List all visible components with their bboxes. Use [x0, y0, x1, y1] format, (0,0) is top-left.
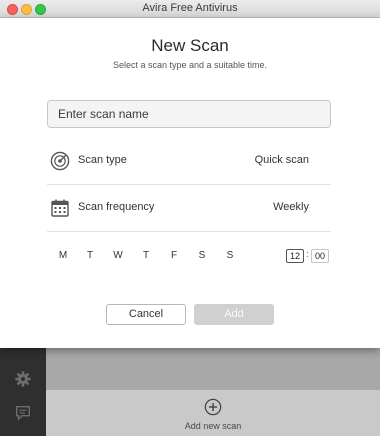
scan-type-label: Scan type — [78, 154, 127, 166]
new-scan-dialog: New Scan Select a scan type and a suitab… — [0, 18, 380, 348]
cancel-button[interactable]: Cancel — [106, 304, 186, 325]
scan-list-area: Add new scan — [46, 348, 380, 436]
scan-frequency-value[interactable]: Weekly — [273, 201, 309, 213]
window-titlebar: Avira Free Antivirus — [0, 0, 380, 18]
hour-field[interactable]: 12 — [286, 249, 304, 263]
day-thursday[interactable]: T — [138, 250, 154, 261]
radar-icon — [50, 151, 70, 171]
time-separator: : — [306, 249, 309, 259]
calendar-icon — [51, 199, 69, 217]
scan-type-row[interactable]: Scan type Quick scan — [47, 138, 331, 185]
window-title: Avira Free Antivirus — [142, 2, 238, 14]
add-new-scan-label: Add new scan — [184, 421, 242, 431]
add-button[interactable]: Add — [194, 304, 274, 325]
add-new-scan[interactable]: Add new scan — [46, 398, 380, 431]
add-circle-icon — [204, 398, 222, 416]
sidebar — [0, 348, 46, 436]
minute-field[interactable]: 00 — [311, 249, 329, 263]
day-sunday[interactable]: S — [222, 250, 238, 261]
scan-type-value[interactable]: Quick scan — [255, 154, 309, 166]
day-friday[interactable]: F — [166, 250, 182, 261]
chat-icon[interactable] — [14, 404, 32, 422]
day-monday[interactable]: M — [55, 250, 71, 261]
scan-name-input[interactable] — [47, 100, 331, 128]
day-wednesday[interactable]: W — [110, 250, 126, 261]
day-saturday[interactable]: S — [194, 250, 210, 261]
scan-frequency-label: Scan frequency — [78, 201, 155, 213]
scan-list-header — [46, 348, 380, 390]
scan-frequency-row[interactable]: Scan frequency Weekly — [47, 185, 331, 232]
weekday-selector: M T W T F S S — [47, 250, 247, 270]
dialog-title: New Scan — [151, 36, 229, 55]
dialog-subtitle: Select a scan type and a suitable time. — [112, 60, 268, 70]
day-tuesday[interactable]: T — [82, 250, 98, 261]
gear-icon[interactable] — [14, 370, 32, 388]
